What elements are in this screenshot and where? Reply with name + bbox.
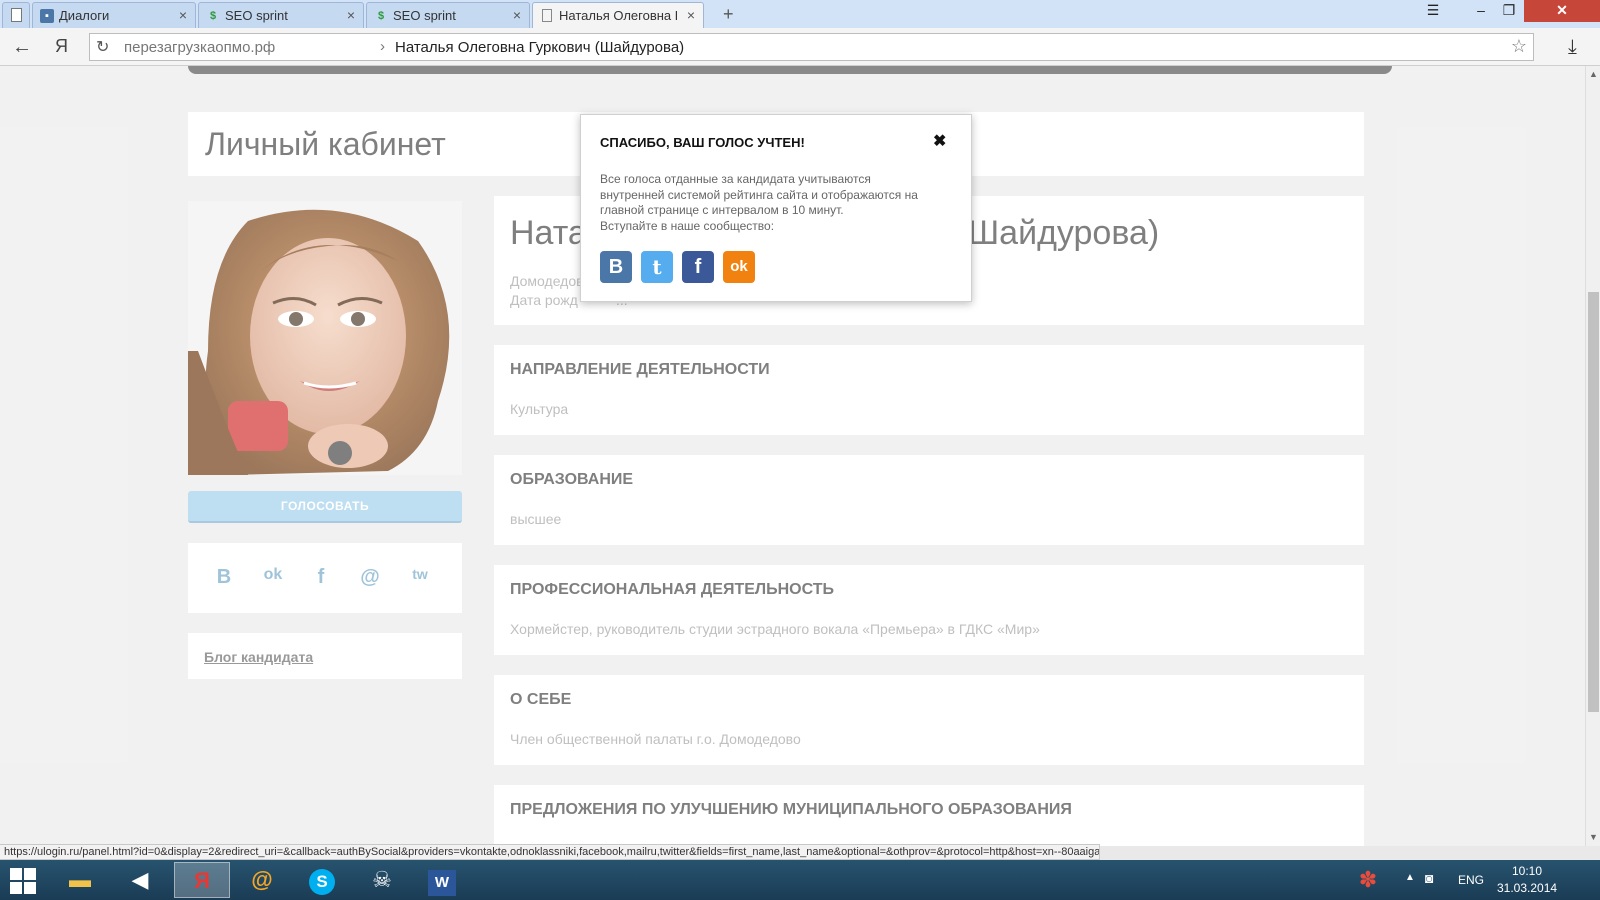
tray-expand-icon[interactable]: ▲ bbox=[1405, 872, 1415, 883]
facebook-icon[interactable]: f bbox=[682, 251, 714, 283]
url-separator: › bbox=[380, 38, 385, 55]
tab-candidate[interactable]: Наталья Олеговна Гурк × bbox=[532, 2, 704, 28]
yandex-button[interactable]: Я bbox=[55, 36, 68, 57]
tab-label: Наталья Олеговна Гурк bbox=[559, 8, 677, 23]
download-icon[interactable]: ⤓ bbox=[1568, 36, 1577, 59]
scroll-down-icon[interactable]: ▼ bbox=[1589, 832, 1598, 842]
scrollbar-thumb[interactable] bbox=[1588, 292, 1599, 712]
mail-agent-icon[interactable]: @ bbox=[234, 862, 290, 898]
skype-icon[interactable]: S bbox=[294, 862, 350, 898]
tab-seosprint-2[interactable]: $ SEO sprint × bbox=[366, 2, 530, 28]
network-tray-icon[interactable]: ◙ bbox=[1425, 870, 1433, 886]
close-tab-icon[interactable]: × bbox=[179, 7, 187, 23]
twitter-icon[interactable]: t bbox=[641, 251, 673, 283]
vertical-scrollbar[interactable]: ▲ ▼ bbox=[1585, 66, 1600, 846]
tab-apps[interactable] bbox=[2, 2, 30, 28]
game-icon[interactable]: ☠ bbox=[354, 862, 410, 898]
status-bar-url: https://ulogin.ru/panel.html?id=0&displa… bbox=[0, 844, 1100, 860]
back-button[interactable]: ← bbox=[12, 36, 32, 59]
close-window-button[interactable]: ✕ bbox=[1524, 0, 1600, 22]
maximize-button[interactable]: ❐ bbox=[1496, 0, 1522, 22]
modal-body-line: Вступайте в наше сообщество: bbox=[600, 218, 775, 233]
new-tab-button[interactable]: + bbox=[723, 4, 734, 25]
address-bar: ← Я ↻ перезагрузкаопмо.рф › Наталья Олег… bbox=[0, 28, 1600, 66]
close-tab-icon[interactable]: × bbox=[347, 7, 355, 23]
chat-icon: ▪ bbox=[40, 9, 54, 23]
modal-body-line: Все голоса отданные за кандидата учитыва… bbox=[600, 172, 871, 186]
url-page-title: Наталья Олеговна Гуркович (Шайдурова) bbox=[395, 39, 685, 56]
scroll-up-icon[interactable]: ▲ bbox=[1589, 69, 1598, 79]
seosprint-icon: $ bbox=[377, 10, 385, 22]
vote-confirmation-modal: СПАСИБО, ВАШ ГОЛОС УЧТЕН! ✖ Все голоса о… bbox=[580, 114, 972, 302]
tab-dialogs[interactable]: ▪ Диалоги × bbox=[32, 2, 196, 28]
modal-body-line: главной странице с интервалом в 10 минут… bbox=[600, 203, 844, 217]
antivirus-tray-icon[interactable]: ✽ bbox=[1348, 862, 1388, 898]
page-icon bbox=[11, 8, 22, 22]
close-tab-icon[interactable]: × bbox=[687, 7, 695, 23]
minimize-button[interactable]: – bbox=[1468, 0, 1494, 22]
modal-title: СПАСИБО, ВАШ ГОЛОС УЧТЕН! bbox=[600, 135, 805, 150]
tab-label: SEO sprint bbox=[393, 8, 456, 23]
page-content: Личный кабинет ГОЛОСОВАТЬ В ok f @ tw Бл… bbox=[0, 66, 1585, 846]
odnoklassniki-icon[interactable]: ok bbox=[723, 251, 755, 283]
tab-seosprint-1[interactable]: $ SEO sprint × bbox=[198, 2, 364, 28]
windows-start-icon[interactable] bbox=[10, 868, 36, 894]
close-tab-icon[interactable]: × bbox=[513, 7, 521, 23]
windows-taskbar: ▬ ◀ Я @ S ☠ W ✽ ▲ ◙ ENG 10:10 31.03.2014 bbox=[0, 860, 1600, 900]
clock-date[interactable]: 31.03.2014 bbox=[1497, 881, 1557, 895]
modal-body: Все голоса отданные за кандидата учитыва… bbox=[600, 172, 950, 234]
explorer-icon[interactable]: ▬ bbox=[52, 862, 108, 898]
tab-label: Диалоги bbox=[59, 8, 110, 23]
tab-strip: ▪ Диалоги × $ SEO sprint × $ SEO sprint … bbox=[0, 0, 1600, 28]
close-icon[interactable]: ✖ bbox=[933, 131, 946, 151]
word-icon[interactable]: W bbox=[414, 862, 470, 898]
page-icon bbox=[542, 9, 552, 22]
tab-label: SEO sprint bbox=[225, 8, 288, 23]
modal-body-line: внутренней системой рейтинга сайта и ото… bbox=[600, 187, 918, 202]
clock-time[interactable]: 10:10 bbox=[1512, 864, 1542, 878]
seosprint-icon: $ bbox=[209, 10, 217, 22]
url-domain: перезагрузкаопмо.рф bbox=[124, 39, 276, 56]
language-indicator[interactable]: ENG bbox=[1458, 873, 1484, 887]
yandex-browser-icon[interactable]: Я bbox=[174, 862, 230, 898]
menu-icon[interactable]: ☰ bbox=[1418, 0, 1448, 22]
vk-icon[interactable]: В bbox=[600, 251, 632, 283]
url-field[interactable]: ↻ перезагрузкаопмо.рф › Наталья Олеговна… bbox=[89, 33, 1534, 61]
bookmark-star-icon[interactable]: ☆ bbox=[1511, 36, 1527, 57]
speaker-icon[interactable]: ◀ bbox=[112, 862, 168, 898]
reload-icon[interactable]: ↻ bbox=[96, 37, 109, 57]
